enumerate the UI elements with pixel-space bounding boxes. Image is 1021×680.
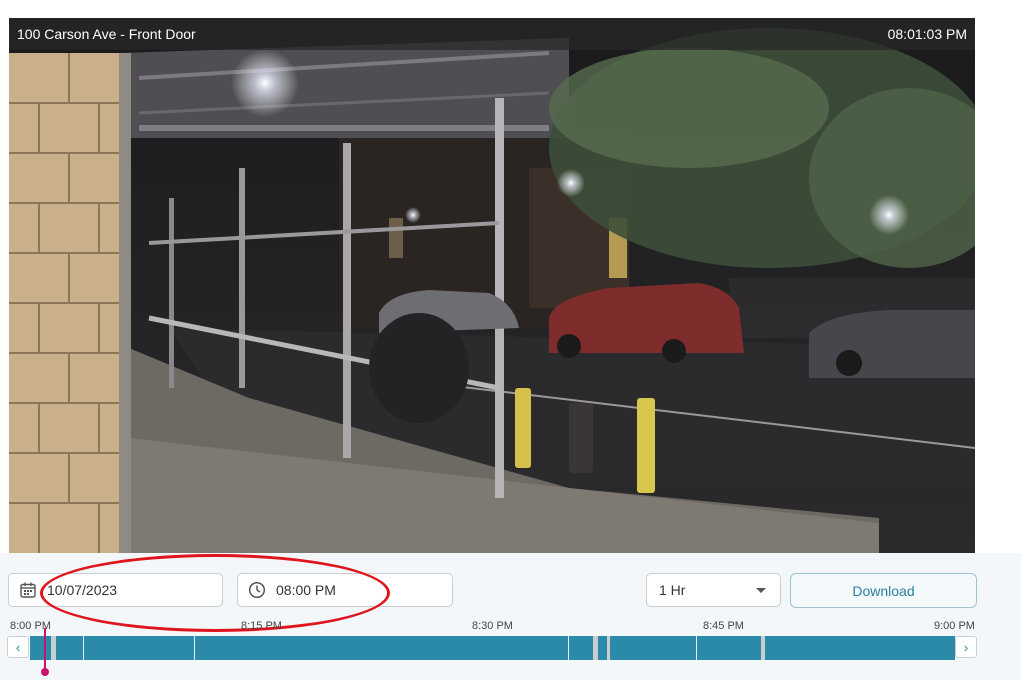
timeline-gap [607,636,610,660]
chevron-down-icon [756,588,766,593]
playback-controls: 10/07/2023 08:00 PM 1 Hr Download [0,553,1021,680]
video-timestamp: 08:01:03 PM [887,26,967,42]
timeline-segment-divider [194,636,195,660]
timeline-tick: 8:30 PM [472,620,513,632]
time-value: 08:00 PM [276,582,336,598]
timeline-gap [593,636,598,660]
timeline-tick: 8:45 PM [703,620,744,632]
clock-icon [248,581,266,599]
timeline-prev-button[interactable]: ‹ [7,636,29,658]
timeline-segment-divider [568,636,569,660]
camera-playback-page: 100 Carson Ave - Front Door 08:01:03 PM [0,0,1021,680]
playhead-handle[interactable] [41,668,49,676]
video-header-bar: 100 Carson Ave - Front Door 08:01:03 PM [9,18,975,50]
date-value: 10/07/2023 [47,582,118,598]
calendar-icon [19,581,37,599]
timeline-segment-divider [696,636,697,660]
duration-select[interactable]: 1 Hr [646,573,781,607]
timeline-playhead[interactable] [44,628,46,672]
duration-value: 1 Hr [659,582,686,598]
timeline-next-button[interactable]: › [955,636,977,658]
timeline-gap [51,636,56,660]
timeline-tick: 8:15 PM [241,620,282,632]
recording-timeline[interactable] [30,636,955,660]
download-button[interactable]: Download [790,573,977,608]
date-picker-field[interactable]: 10/07/2023 [8,573,223,607]
night-street-scene [9,18,975,553]
timeline-gap [761,636,765,660]
time-picker-field[interactable]: 08:00 PM [237,573,453,607]
timeline-segment-divider [83,636,84,660]
camera-title: 100 Carson Ave - Front Door [17,26,196,42]
camera-video-feed[interactable]: 100 Carson Ave - Front Door 08:01:03 PM [9,18,975,553]
timeline-tick: 9:00 PM [934,620,975,632]
